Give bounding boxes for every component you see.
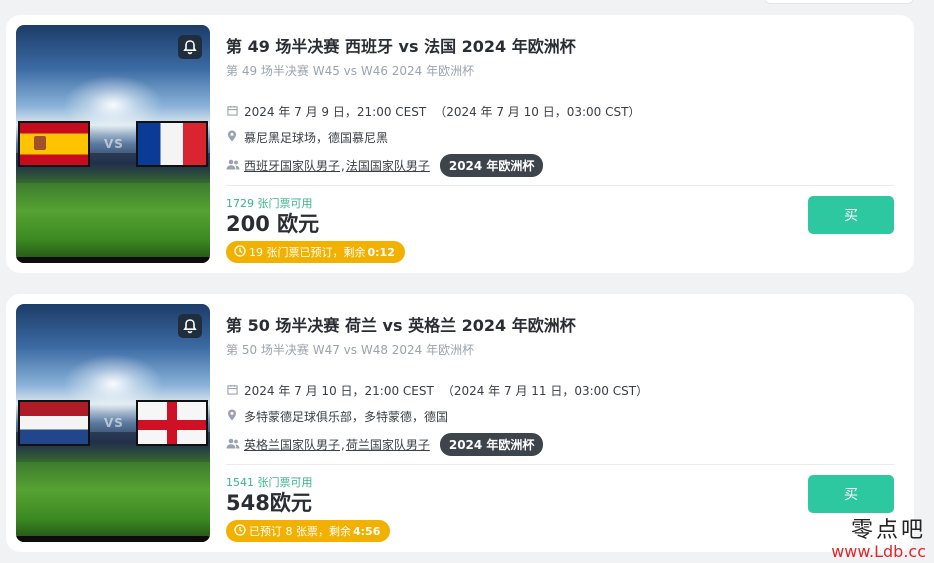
event-subtitle: 第 49 场半决赛 W45 vs W46 2024 年欧洲杯 <box>226 64 475 78</box>
sort-dropdown-edge[interactable] <box>764 0 914 4</box>
event-title[interactable]: 第 49 场半决赛 西班牙 vs 法国 2024 年欧洲杯 <box>226 33 576 57</box>
ticket-price: 548欧元 <box>226 491 312 515</box>
team-link[interactable]: 法国国家队男子 <box>346 157 430 174</box>
team-link[interactable]: 英格兰国家队男子 <box>244 436 340 453</box>
france-flag <box>136 121 208 167</box>
event-date: 2024 年 7 月 9 日，21:00 CEST （2024 年 7 月 10… <box>226 103 640 120</box>
watermark-title: 零点吧 <box>850 518 926 544</box>
event-venue-text: 慕尼黑足球场，德国慕尼黑 <box>244 131 389 145</box>
buy-button[interactable]: 买 <box>808 196 894 234</box>
tournament-tag[interactable]: 2024 年欧洲杯 <box>439 154 544 177</box>
vs-label: VS <box>104 416 124 430</box>
spain-flag <box>18 121 90 167</box>
event-venue: 多特蒙德足球俱乐部，多特蒙德，德国 <box>226 408 448 425</box>
event-thumbnail[interactable]: VS <box>16 304 210 542</box>
clock-icon <box>234 523 246 539</box>
booked-countdown: 4:56 <box>353 524 381 538</box>
vs-label: VS <box>104 137 124 151</box>
event-card: VS 第 49 场半决赛 西班牙 vs 法国 2024 年欧洲杯 第 49 场半… <box>6 15 914 273</box>
event-card: VS 第 50 场半决赛 荷兰 vs 英格兰 2024 年欧洲杯 第 50 场半… <box>6 294 914 552</box>
team-link[interactable]: 西班牙国家队男子 <box>244 157 340 174</box>
event-date-local: （2024 年 7 月 11 日，03:00 CST） <box>441 384 649 398</box>
team-link[interactable]: 荷兰国家队男子 <box>346 436 430 453</box>
clock-icon <box>234 244 246 260</box>
event-venue: 慕尼黑足球场，德国慕尼黑 <box>226 129 388 146</box>
event-teams: 西班牙国家队男子 , 法国国家队男子 2024 年欧洲杯 <box>226 154 544 177</box>
people-icon <box>226 159 240 173</box>
booked-badge: 已预订 8 张票，剩余 4:56 <box>226 520 391 542</box>
event-subtitle: 第 50 场半决赛 W47 vs W48 2024 年欧洲杯 <box>226 343 475 357</box>
watermark: 零点吧 www.Ldb.cc <box>831 519 926 561</box>
calendar-icon <box>226 105 238 119</box>
event-teams: 英格兰国家队男子 , 荷兰国家队男子 2024 年欧洲杯 <box>226 433 544 456</box>
booked-text: 19 张门票已预订，剩余 <box>249 246 366 259</box>
event-venue-text: 多特蒙德足球俱乐部，多特蒙德，德国 <box>244 410 449 424</box>
event-date-text: 2024 年 7 月 10 日，21:00 CEST <box>244 384 434 398</box>
netherlands-flag <box>18 400 90 446</box>
booked-badge: 19 张门票已预订，剩余 0:12 <box>226 241 405 263</box>
tournament-tag[interactable]: 2024 年欧洲杯 <box>439 433 544 456</box>
calendar-icon <box>226 384 238 398</box>
event-date-local: （2024 年 7 月 10 日，03:00 CST） <box>434 105 641 119</box>
location-pin-icon <box>226 130 238 145</box>
buy-button[interactable]: 买 <box>808 475 894 513</box>
booked-text: 已预订 8 张票，剩余 <box>249 525 351 538</box>
england-flag <box>136 400 208 446</box>
event-date-text: 2024 年 7 月 9 日，21:00 CEST <box>244 105 427 119</box>
location-pin-icon <box>226 409 238 424</box>
event-thumbnail[interactable]: VS <box>16 25 210 263</box>
event-date: 2024 年 7 月 10 日，21:00 CEST （2024 年 7 月 1… <box>226 382 648 399</box>
divider <box>226 185 894 186</box>
ticket-price: 200 欧元 <box>226 212 320 236</box>
divider <box>226 464 894 465</box>
bell-icon[interactable] <box>178 314 202 338</box>
people-icon <box>226 438 240 452</box>
event-title[interactable]: 第 50 场半决赛 荷兰 vs 英格兰 2024 年欧洲杯 <box>226 312 576 336</box>
watermark-url: www.Ldb.cc <box>831 542 926 562</box>
bell-icon[interactable] <box>178 35 202 59</box>
booked-countdown: 0:12 <box>367 245 395 259</box>
